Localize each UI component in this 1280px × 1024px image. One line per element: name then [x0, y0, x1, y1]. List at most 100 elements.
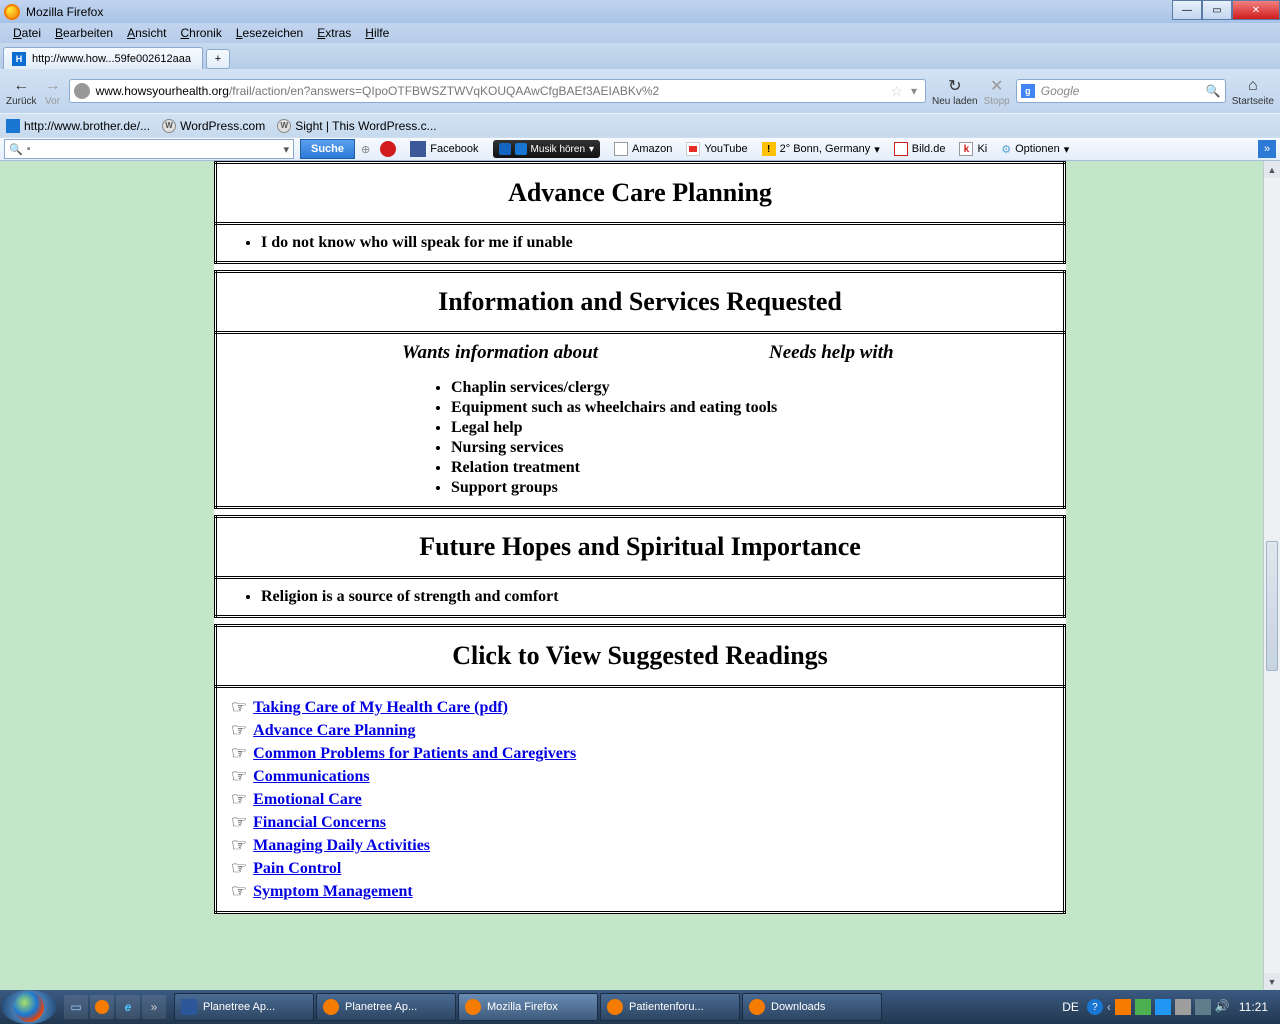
tray-network-icon[interactable] [1195, 999, 1211, 1015]
list-item: Equipment such as wheelchairs and eating… [451, 398, 1049, 418]
word-icon [181, 999, 197, 1015]
heading-future-hopes: Future Hopes and Spiritual Importance [231, 526, 1049, 568]
search-go-icon[interactable]: 🔍 [1206, 84, 1221, 98]
menu-extras[interactable]: Extras [310, 24, 358, 42]
reading-link[interactable]: Managing Daily Activities [253, 837, 430, 855]
tray-help-icon[interactable]: ? [1087, 999, 1103, 1015]
ask-button[interactable] [376, 141, 400, 157]
facebook-button[interactable]: Facebook [406, 141, 482, 157]
menu-bar: Datei Bearbeiten Ansicht Chronik Lesezei… [0, 23, 1280, 43]
menu-bearbeiten[interactable]: Bearbeiten [48, 24, 120, 42]
quick-launch-desktop[interactable]: ▭ [64, 995, 88, 1019]
dropdown-icon[interactable]: ▾ [283, 143, 289, 156]
minimize-button[interactable]: — [1172, 0, 1202, 20]
ask-icon [380, 141, 396, 157]
bookmark-sight[interactable]: WSight | This WordPress.c... [277, 119, 436, 133]
amazon-button[interactable]: Amazon [610, 142, 676, 156]
firefox-icon [323, 999, 339, 1015]
taskbar-firefox-1[interactable]: Planetree Ap... [316, 993, 456, 1021]
reading-link[interactable]: Common Problems for Patients and Caregiv… [253, 745, 576, 763]
heading-advance-care: Advance Care Planning [231, 172, 1049, 214]
section-advance-care: Advance Care Planning I do not know who … [214, 161, 1066, 264]
hand-icon: ☞ [231, 881, 247, 902]
suche-button[interactable]: Suche [300, 139, 355, 159]
youtube-button[interactable]: YouTube [682, 142, 751, 156]
google-icon: g [1021, 84, 1035, 98]
hand-icon: ☞ [231, 697, 247, 718]
taskbar-word[interactable]: Planetree Ap... [174, 993, 314, 1021]
scroll-down-button[interactable]: ▼ [1264, 973, 1280, 990]
reading-link[interactable]: Taking Care of My Health Care (pdf) [253, 699, 508, 717]
system-tray: DE ? ‹ 🔊 11:21 [1058, 999, 1278, 1015]
ki-button[interactable]: kKi [955, 142, 991, 156]
tray-chevron-icon[interactable]: ‹ [1107, 1000, 1111, 1014]
weather-button[interactable]: !2° Bonn, Germany▾ [758, 142, 884, 156]
tray-icon[interactable] [1155, 999, 1171, 1015]
close-button[interactable]: ✕ [1232, 0, 1280, 20]
reload-button[interactable]: ↻Neu laden [932, 76, 978, 107]
tab-active[interactable]: H http://www.how...59fe002612aaa [3, 47, 203, 69]
tray-icon[interactable] [1175, 999, 1191, 1015]
menu-lesezeichen[interactable]: Lesezeichen [229, 24, 310, 42]
forward-button[interactable]: →Vor [43, 76, 63, 107]
windows-orb-icon [14, 992, 44, 1022]
scroll-up-button[interactable]: ▲ [1264, 161, 1280, 178]
wordpress-icon: W [162, 119, 176, 133]
weather-icon: ! [762, 142, 776, 156]
list-item: Nursing services [451, 438, 1049, 458]
home-button[interactable]: ⌂Startseite [1232, 76, 1274, 107]
toolbar-overflow-button[interactable]: » [1258, 140, 1276, 158]
maximize-button[interactable]: ▭ [1202, 0, 1232, 20]
menu-hilfe[interactable]: Hilfe [358, 24, 396, 42]
hand-icon: ☞ [231, 743, 247, 764]
tray-volume-icon[interactable]: 🔊 [1215, 999, 1231, 1015]
vertical-scrollbar[interactable]: ▲ ▼ [1263, 161, 1280, 990]
navigation-bar: ←Zurück →Vor www.howsyourhealth.org/frai… [0, 69, 1280, 113]
reading-link[interactable]: Pain Control [253, 860, 341, 878]
tab-title: http://www.how...59fe002612aaa [32, 53, 191, 65]
optionen-button[interactable]: ⚙Optionen▾ [997, 143, 1073, 156]
url-dropdown-icon[interactable]: ▾ [907, 84, 921, 98]
reading-link[interactable]: Advance Care Planning [253, 722, 415, 740]
hand-icon: ☞ [231, 766, 247, 787]
taskbar-firefox-active[interactable]: Mozilla Firefox [458, 993, 598, 1021]
url-bar[interactable]: www.howsyourhealth.org/frail/action/en?a… [69, 79, 926, 103]
stop-button[interactable]: ✕Stopp [984, 76, 1010, 107]
heading-info-services: Information and Services Requested [231, 281, 1049, 323]
quick-launch: ▭ e » [58, 995, 172, 1019]
taskbar-firefox-4[interactable]: Downloads [742, 993, 882, 1021]
start-button[interactable] [2, 990, 56, 1024]
bookmark-brother[interactable]: http://www.brother.de/... [6, 119, 150, 133]
reading-link[interactable]: Communications [253, 768, 369, 786]
bild-button[interactable]: Bild.de [890, 142, 950, 156]
scroll-thumb[interactable] [1266, 541, 1278, 671]
new-tab-button[interactable]: + [206, 49, 230, 69]
wordpress-icon: W [277, 119, 291, 133]
back-button[interactable]: ←Zurück [6, 76, 37, 107]
reading-link[interactable]: Symptom Management [253, 883, 413, 901]
list-item: Relation treatment [451, 458, 1049, 478]
list-item: I do not know who will speak for me if u… [261, 233, 1049, 253]
tray-clock[interactable]: 11:21 [1235, 1000, 1272, 1014]
search-box[interactable]: g Google 🔍 [1016, 79, 1226, 103]
hand-icon: ☞ [231, 720, 247, 741]
media-button[interactable]: Musik hören▾ [489, 140, 605, 158]
youtube-icon [686, 142, 700, 156]
quick-launch-ie[interactable]: e [116, 995, 140, 1019]
menu-datei[interactable]: Datei [6, 24, 48, 42]
bookmark-star-icon[interactable]: ☆ [886, 83, 907, 100]
quick-launch-more[interactable]: » [142, 995, 166, 1019]
toolbar-search-input[interactable]: 🔍▪▾ [4, 139, 294, 159]
tray-icon[interactable] [1115, 999, 1131, 1015]
reading-link[interactable]: Financial Concerns [253, 814, 386, 832]
reading-link[interactable]: Emotional Care [253, 791, 362, 809]
bookmark-wordpress[interactable]: WWordPress.com [162, 119, 265, 133]
quick-launch-firefox[interactable] [90, 995, 114, 1019]
language-indicator[interactable]: DE [1058, 1000, 1083, 1014]
menu-chronik[interactable]: Chronik [173, 24, 228, 42]
windows-taskbar: ▭ e » Planetree Ap... Planetree Ap... Mo… [0, 990, 1280, 1024]
menu-ansicht[interactable]: Ansicht [120, 24, 173, 42]
taskbar-firefox-3[interactable]: Patientenforu... [600, 993, 740, 1021]
tray-icon[interactable] [1135, 999, 1151, 1015]
separator-icon: ⊕ [361, 143, 370, 156]
